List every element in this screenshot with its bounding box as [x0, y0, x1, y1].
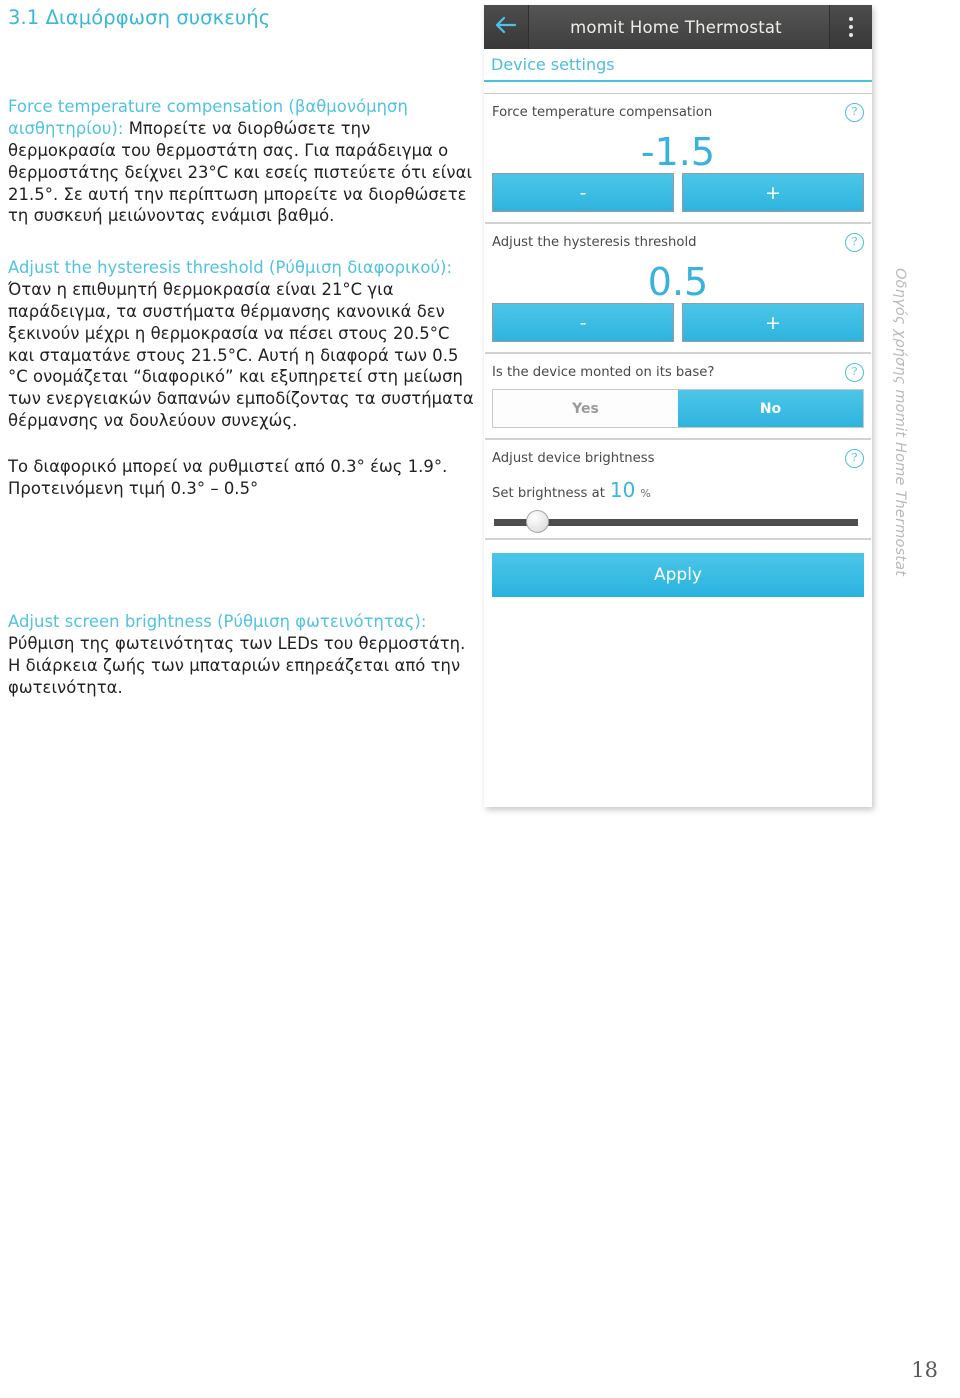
- paragraph-range: Το διαφορικό μπορεί να ρυθμιστεί από 0.3…: [8, 456, 448, 498]
- setting-label: Adjust the hysteresis threshold: [492, 235, 697, 250]
- header-separator: [484, 82, 872, 94]
- setting-device-mounted-on-base: Is the device monted on its base? ? Yes …: [484, 354, 872, 428]
- overflow-dot: [849, 25, 853, 29]
- manual-text-column: 3.1 Διαμόρφωση συσκευής Force temperatur…: [8, 6, 474, 729]
- app-screenshot: momit Home Thermostat Device settings Fo…: [484, 5, 872, 807]
- paragraph-text: Ρύθμιση της φωτεινότητας των LEDs του θε…: [8, 634, 466, 697]
- device-settings-header: Device settings: [484, 49, 872, 82]
- brightness-unit: %: [640, 487, 651, 500]
- paragraph-body: Adjust the hysteresis threshold (Ρύθμιση…: [8, 257, 474, 432]
- compensation-value: -1.5: [640, 130, 716, 174]
- back-arrow-icon: [494, 16, 518, 38]
- page-title: 3.1 Διαμόρφωση συσκευής: [8, 6, 271, 29]
- brightness-value: 10: [609, 478, 636, 502]
- compensation-stepper: - +: [492, 173, 864, 222]
- help-icon[interactable]: ?: [845, 449, 864, 468]
- setting-label: Force temperature compensation: [492, 105, 713, 120]
- setting-header: Force temperature compensation ?: [492, 103, 864, 122]
- setting-label: Is the device monted on its base?: [492, 365, 715, 380]
- app-title: momit Home Thermostat: [570, 17, 782, 37]
- base-mount-option-no[interactable]: No: [678, 390, 863, 427]
- compensation-decrease-button[interactable]: -: [492, 173, 674, 212]
- overflow-menu-icon[interactable]: [829, 5, 872, 49]
- setting-header: Adjust the hysteresis threshold ?: [492, 233, 864, 252]
- brightness-slider[interactable]: [492, 506, 864, 538]
- paragraph-screen-brightness: Adjust screen brightness (Ρύθμιση φωτειν…: [8, 611, 474, 698]
- base-mount-option-yes[interactable]: Yes: [493, 390, 678, 427]
- apply-button-container: Apply: [484, 540, 872, 611]
- compensation-increase-button[interactable]: +: [682, 173, 864, 212]
- setting-label: Adjust device brightness: [492, 451, 655, 466]
- setting-device-brightness: Adjust device brightness ? Set brightnes…: [484, 440, 872, 538]
- page-number: 18: [911, 1358, 938, 1382]
- paragraph-body: Adjust screen brightness (Ρύθμιση φωτειν…: [8, 611, 474, 698]
- paragraph-force-compensation: Force temperature compensation (βαθμονόμ…: [8, 96, 474, 227]
- overflow-dot: [849, 33, 853, 37]
- brightness-readout: Set brightness at 10 %: [492, 478, 864, 502]
- help-icon[interactable]: ?: [845, 103, 864, 122]
- help-icon[interactable]: ?: [845, 233, 864, 252]
- overflow-dot: [849, 17, 853, 21]
- running-head: Οδηγός χρήσης momit Home Thermostat: [892, 268, 908, 577]
- paragraph-body: Force temperature compensation (βαθμονόμ…: [8, 96, 474, 227]
- hysteresis-increase-button[interactable]: +: [682, 303, 864, 342]
- paragraph-hysteresis-group: Adjust the hysteresis threshold (Ρύθμιση…: [8, 257, 474, 499]
- setting-header: Is the device monted on its base? ?: [492, 363, 864, 382]
- back-button[interactable]: [484, 5, 529, 49]
- help-icon[interactable]: ?: [845, 363, 864, 382]
- brightness-slider-thumb[interactable]: [526, 510, 550, 533]
- paragraph-lead-in: Adjust the hysteresis threshold (Ρύθμιση…: [8, 258, 453, 278]
- apply-button[interactable]: Apply: [492, 553, 864, 597]
- setting-header: Adjust device brightness ?: [492, 449, 864, 468]
- setting-force-temperature-compensation: Force temperature compensation ? -1.5 - …: [484, 94, 872, 222]
- base-mount-toggle: Yes No: [492, 389, 864, 428]
- setting-hysteresis-threshold: Adjust the hysteresis threshold ? 0.5 - …: [484, 224, 872, 352]
- paragraph-text: Όταν η επιθυμητή θερμοκρασία είναι 21°C …: [8, 280, 474, 430]
- hysteresis-stepper: - +: [492, 303, 864, 352]
- app-title-bar: momit Home Thermostat: [484, 5, 872, 49]
- hysteresis-value: 0.5: [647, 260, 709, 304]
- brightness-prefix-label: Set brightness at: [492, 486, 605, 501]
- paragraph-lead-in: Adjust screen brightness (Ρύθμιση φωτειν…: [8, 612, 427, 632]
- hysteresis-decrease-button[interactable]: -: [492, 303, 674, 342]
